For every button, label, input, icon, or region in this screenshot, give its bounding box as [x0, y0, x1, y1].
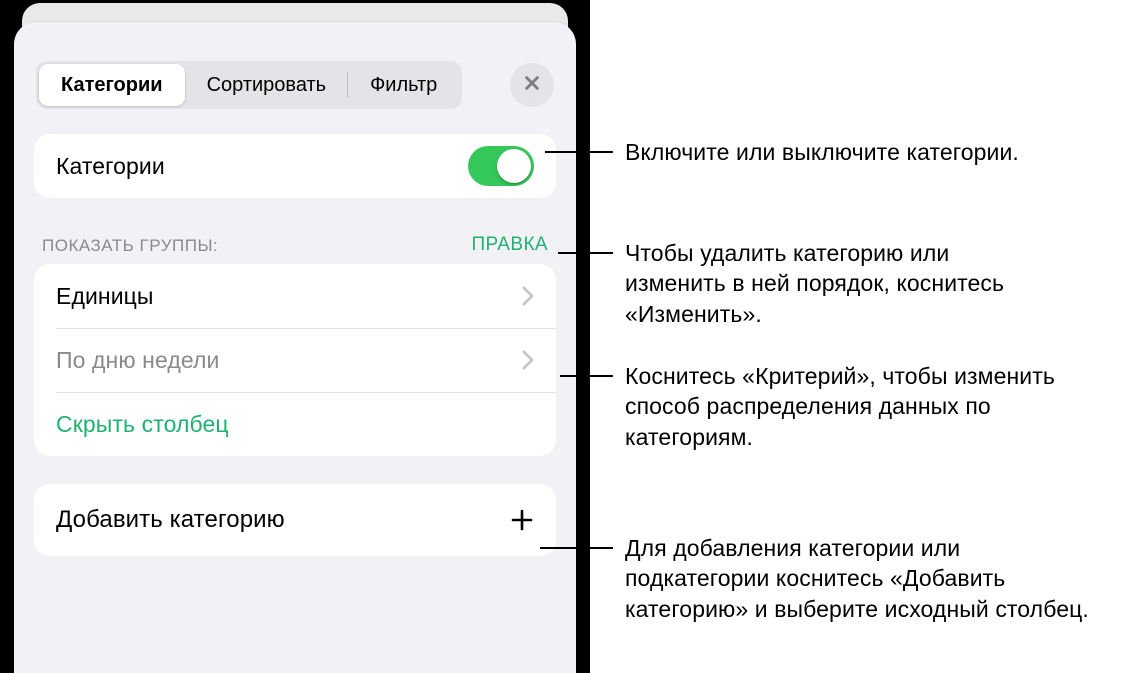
tab-categories[interactable]: Категории — [39, 64, 185, 106]
callout-leader — [540, 547, 613, 549]
chevron-right-icon — [522, 350, 534, 370]
callout-toggle: Включите или выключите категории. — [625, 137, 1019, 167]
categories-toggle[interactable] — [468, 146, 534, 186]
add-category-label: Добавить категорию — [56, 506, 285, 534]
tab-sort-label: Сортировать — [207, 74, 327, 97]
close-button[interactable] — [510, 63, 554, 107]
plus-icon — [510, 508, 534, 532]
device-frame: Категории Сортировать Фильтр — [0, 0, 590, 673]
organize-sheet: Категории Сортировать Фильтр — [14, 22, 576, 673]
callout-criteria: Коснитесь «Критерий», чтобы изменить спо… — [625, 361, 1095, 452]
group-row-1-label: По дню недели — [56, 347, 219, 374]
groups-section-header: ПОКАЗАТЬ ГРУППЫ: ПРАВКА — [42, 234, 548, 256]
edit-button[interactable]: ПРАВКА — [471, 234, 548, 256]
categories-toggle-label: Категории — [56, 153, 165, 180]
hide-column-row[interactable]: Скрыть столбец — [34, 392, 556, 456]
tab-filter[interactable]: Фильтр — [348, 64, 459, 106]
add-category-row[interactable]: Добавить категорию — [34, 484, 556, 556]
callout-leader — [558, 252, 613, 254]
close-icon — [523, 74, 541, 97]
groups-card: Единицы По дню недели Скрыть столбец — [34, 264, 556, 456]
group-row-1[interactable]: По дню недели — [34, 328, 556, 392]
toggle-knob — [497, 149, 531, 183]
segmented-control: Категории Сортировать Фильтр — [36, 61, 462, 109]
callout-edit: Чтобы удалить категорию или изменить в н… — [625, 238, 1055, 329]
sheet-header: Категории Сортировать Фильтр — [14, 22, 576, 116]
tab-categories-label: Категории — [61, 74, 163, 97]
add-category-card: Добавить категорию — [34, 484, 556, 556]
tab-sort[interactable]: Сортировать — [185, 64, 349, 106]
tab-filter-label: Фильтр — [370, 74, 437, 97]
group-row-0-label: Единицы — [56, 283, 154, 310]
groups-section-title: ПОКАЗАТЬ ГРУППЫ: — [42, 236, 218, 256]
categories-toggle-row: Категории — [34, 134, 556, 198]
chevron-right-icon — [522, 286, 534, 306]
callout-add: Для добавления категории или подкатегори… — [625, 533, 1095, 624]
group-row-0[interactable]: Единицы — [34, 264, 556, 328]
callout-leader — [545, 151, 613, 153]
categories-toggle-card: Категории — [34, 134, 556, 198]
hide-column-label: Скрыть столбец — [56, 411, 229, 438]
callout-leader — [560, 375, 613, 377]
